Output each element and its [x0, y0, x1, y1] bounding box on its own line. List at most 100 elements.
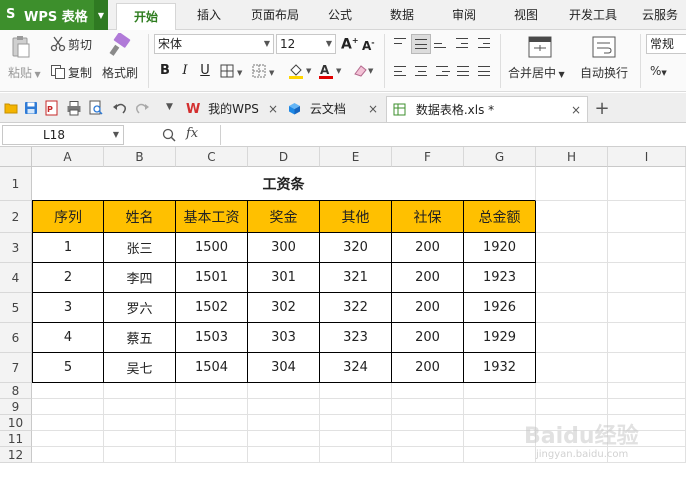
- empty-cell[interactable]: [104, 415, 176, 431]
- number-format-select[interactable]: 常规: [646, 34, 686, 54]
- table-cell[interactable]: 3: [32, 293, 104, 323]
- increase-indent-icon[interactable]: [478, 38, 492, 50]
- tab-developer[interactable]: 开发工具: [562, 0, 624, 30]
- borders-icon[interactable]: ▼: [220, 64, 248, 78]
- table-cell[interactable]: 1923: [464, 263, 536, 293]
- empty-cell[interactable]: [536, 167, 608, 201]
- name-box[interactable]: L18 ▼: [2, 125, 124, 145]
- empty-cell[interactable]: [608, 263, 686, 293]
- empty-cell[interactable]: [536, 233, 608, 263]
- empty-cell[interactable]: [176, 399, 248, 415]
- column-header-e[interactable]: E: [320, 147, 392, 167]
- empty-cell[interactable]: [320, 399, 392, 415]
- font-name-select[interactable]: 宋体 ▼: [154, 34, 274, 54]
- table-cell[interactable]: 302: [248, 293, 320, 323]
- empty-cell[interactable]: [32, 399, 104, 415]
- tab-data[interactable]: 数据: [380, 0, 424, 30]
- empty-cell[interactable]: [176, 383, 248, 399]
- align-left-icon[interactable]: [394, 66, 408, 78]
- column-header-h[interactable]: H: [536, 147, 608, 167]
- column-header-b[interactable]: B: [104, 147, 176, 167]
- table-cell[interactable]: 1920: [464, 233, 536, 263]
- table-cell[interactable]: 301: [248, 263, 320, 293]
- app-menu-dropdown-icon[interactable]: ▼: [94, 0, 108, 30]
- bold-button[interactable]: B: [156, 62, 174, 80]
- table-cell[interactable]: 罗六: [104, 293, 176, 323]
- row-header-7[interactable]: 7: [0, 353, 32, 383]
- wrap-text-icon[interactable]: [592, 36, 616, 58]
- tab-home[interactable]: 开始: [116, 3, 176, 31]
- table-cell[interactable]: 200: [392, 353, 464, 383]
- row-header-11[interactable]: 11: [0, 431, 32, 447]
- empty-cell[interactable]: [32, 431, 104, 447]
- decrease-font-icon[interactable]: A-: [362, 38, 378, 54]
- empty-cell[interactable]: [536, 263, 608, 293]
- clear-format-icon[interactable]: ▼: [352, 62, 378, 80]
- empty-cell[interactable]: [104, 431, 176, 447]
- empty-cell[interactable]: [608, 353, 686, 383]
- row-header-6[interactable]: 6: [0, 323, 32, 353]
- wrap-text-button[interactable]: 自动换行: [580, 64, 634, 80]
- percent-button[interactable]: %▼: [650, 64, 686, 80]
- print-icon[interactable]: [66, 100, 82, 116]
- empty-cell[interactable]: [392, 415, 464, 431]
- align-middle-icon[interactable]: [411, 34, 431, 54]
- table-header-cell[interactable]: 总金额: [464, 201, 536, 233]
- row-header-12[interactable]: 12: [0, 447, 32, 463]
- empty-cell[interactable]: [536, 201, 608, 233]
- insert-function-fx-icon[interactable]: fx: [186, 126, 208, 144]
- font-color-icon[interactable]: A ▼: [318, 62, 346, 80]
- table-cell[interactable]: 1500: [176, 233, 248, 263]
- table-cell[interactable]: 李四: [104, 263, 176, 293]
- table-cell[interactable]: 324: [320, 353, 392, 383]
- table-cell[interactable]: 1926: [464, 293, 536, 323]
- redo-icon[interactable]: [134, 101, 150, 115]
- empty-cell[interactable]: [248, 431, 320, 447]
- table-header-cell[interactable]: 基本工资: [176, 201, 248, 233]
- tab-insert[interactable]: 插入: [186, 0, 232, 30]
- table-cell[interactable]: 吴七: [104, 353, 176, 383]
- new-tab-plus-icon[interactable]: +: [592, 96, 612, 122]
- table-cell[interactable]: 1: [32, 233, 104, 263]
- empty-cell[interactable]: [176, 415, 248, 431]
- table-cell[interactable]: 4: [32, 323, 104, 353]
- column-header-c[interactable]: C: [176, 147, 248, 167]
- empty-cell[interactable]: [176, 431, 248, 447]
- align-center-icon[interactable]: [415, 66, 429, 78]
- paste-icon[interactable]: [10, 35, 32, 59]
- row-header-2[interactable]: 2: [0, 201, 32, 233]
- table-header-cell[interactable]: 姓名: [104, 201, 176, 233]
- open-folder-icon[interactable]: [4, 101, 18, 115]
- empty-cell[interactable]: [608, 233, 686, 263]
- empty-cell[interactable]: [32, 447, 104, 463]
- column-header-g[interactable]: G: [464, 147, 536, 167]
- column-header-i[interactable]: I: [608, 147, 686, 167]
- tab-view[interactable]: 视图: [504, 0, 548, 30]
- empty-cell[interactable]: [248, 447, 320, 463]
- table-cell[interactable]: 323: [320, 323, 392, 353]
- doc-tab-cloud-docs[interactable]: 云文档 ×: [288, 96, 384, 122]
- empty-cell[interactable]: [608, 399, 686, 415]
- fill-pattern-icon[interactable]: ▼: [252, 64, 280, 78]
- table-cell[interactable]: 1929: [464, 323, 536, 353]
- table-cell[interactable]: 200: [392, 293, 464, 323]
- cut-button[interactable]: 剪切: [68, 36, 100, 52]
- empty-cell[interactable]: [320, 431, 392, 447]
- row-header-9[interactable]: 9: [0, 399, 32, 415]
- column-header-a[interactable]: A: [32, 147, 104, 167]
- table-cell[interactable]: 304: [248, 353, 320, 383]
- empty-cell[interactable]: [248, 399, 320, 415]
- italic-button[interactable]: I: [176, 62, 194, 80]
- save-icon[interactable]: [24, 101, 38, 115]
- align-bottom-icon[interactable]: [434, 38, 448, 50]
- close-icon[interactable]: ×: [268, 96, 278, 122]
- row-header-4[interactable]: 4: [0, 263, 32, 293]
- decrease-indent-icon[interactable]: [456, 38, 470, 50]
- table-cell[interactable]: 200: [392, 323, 464, 353]
- merge-center-icon[interactable]: [528, 36, 552, 58]
- align-right-icon[interactable]: [436, 66, 450, 78]
- table-cell[interactable]: 1932: [464, 353, 536, 383]
- table-cell[interactable]: 张三: [104, 233, 176, 263]
- table-cell[interactable]: 5: [32, 353, 104, 383]
- empty-cell[interactable]: [320, 415, 392, 431]
